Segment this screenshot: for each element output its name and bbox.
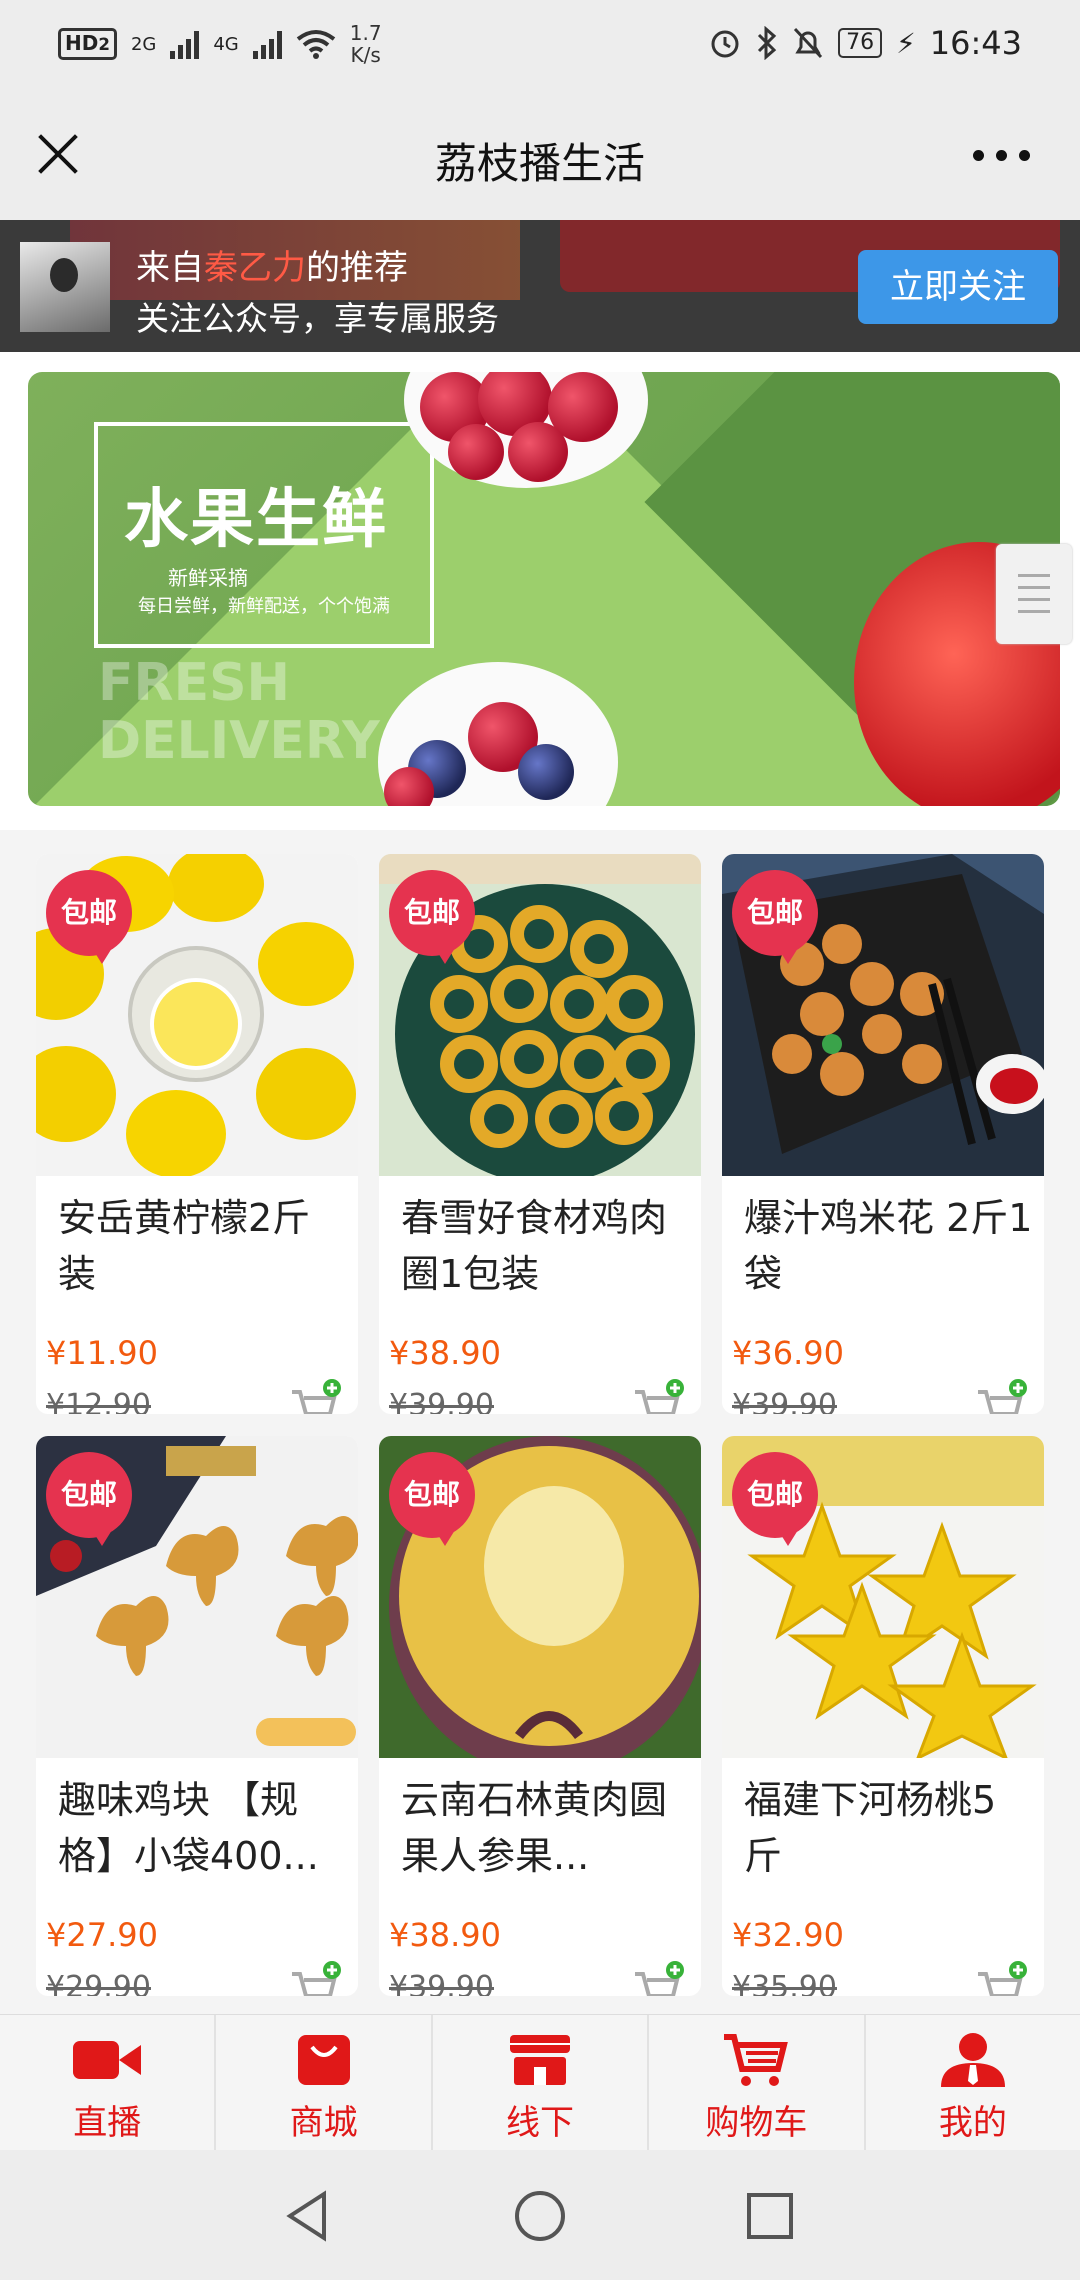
clock: 16:43 (929, 24, 1022, 62)
tab-label: 商城 (289, 2103, 358, 2143)
video-camera-icon (73, 2041, 142, 2079)
free-shipping-tag: 包邮 (46, 1452, 132, 1546)
network-4g-label: 4G (213, 33, 239, 55)
product-name: 安岳黄柠檬2斤装 (58, 1196, 311, 1296)
home-icon[interactable] (510, 2186, 570, 2246)
system-navigation-bar (0, 2150, 1080, 2280)
product-image: 包邮 (36, 1436, 358, 1758)
product-price: ¥27.90 (46, 1916, 158, 1954)
hero-section: 水果生鲜 新鲜采摘 每日尝鲜，新鲜配送，个个饱满 FRESH DELIVERY (0, 352, 1080, 830)
tab-label: 我的 (938, 2103, 1007, 2143)
shopping-bag-icon (297, 2035, 350, 2085)
product-image: 包邮 (722, 1436, 1044, 1758)
title-bar: 荔枝播生活 (0, 92, 1080, 220)
add-to-cart-icon[interactable] (633, 1960, 685, 1996)
follow-banner: 来自秦乙力的推荐 关注公众号，享专属服务 立即关注 (0, 220, 1080, 352)
product-name: 春雪好食材鸡肉圈1包装 (401, 1196, 668, 1296)
hero-title: 水果生鲜 (124, 482, 388, 557)
product-name: 云南石林黄肉圆果人参果... (401, 1778, 668, 1878)
tab-mall[interactable]: 商城 (216, 2015, 433, 2150)
free-shipping-tag: 包邮 (732, 870, 818, 964)
signal-icon (170, 29, 200, 59)
wifi-icon (296, 30, 335, 59)
user-icon (940, 2033, 1005, 2087)
tab-label: 直播 (73, 2103, 142, 2143)
add-to-cart-icon[interactable] (290, 1378, 342, 1414)
charging-icon: ⚡ (896, 26, 916, 60)
raspberry-image (508, 422, 568, 482)
product-original-price: ¥35.90 (732, 1970, 837, 1996)
alarm-icon (711, 30, 739, 58)
bluetooth-icon (758, 26, 777, 60)
product-image: 包邮 (379, 854, 701, 1176)
product-original-price: ¥39.90 (389, 1388, 494, 1414)
mute-bell-icon (794, 27, 823, 59)
tab-mine[interactable]: 我的 (866, 2015, 1080, 2150)
bottom-tab-bar: 直播 商城 线下 购物车 我的 (0, 2014, 1080, 2150)
hero-english: FRESH DELIVERY (98, 653, 380, 771)
status-bar: HD2 2G 4G 1.7 K/s 76 ⚡ 16:43 (0, 0, 1080, 92)
tab-label: 购物车 (705, 2103, 808, 2143)
recommender-name: 秦乙力 (204, 248, 306, 288)
product-original-price: ¥12.90 (46, 1388, 151, 1414)
product-original-price: ¥39.90 (389, 1970, 494, 1996)
add-to-cart-icon[interactable] (290, 1960, 342, 1996)
follow-button[interactable]: 立即关注 (858, 250, 1058, 324)
hero-banner[interactable]: 水果生鲜 新鲜采摘 每日尝鲜，新鲜配送，个个饱满 FRESH DELIVERY (28, 372, 1060, 806)
back-icon[interactable] (278, 2186, 338, 2246)
product-name: 趣味鸡块 【规格】小袋400... (58, 1778, 319, 1878)
scroll-handle[interactable] (996, 544, 1072, 644)
product-original-price: ¥39.90 (732, 1388, 837, 1414)
network-speed: 1.7 K/s (349, 21, 382, 67)
product-price: ¥38.90 (389, 1916, 501, 1954)
product-original-price: ¥29.90 (46, 1970, 151, 1996)
recommender-line: 来自秦乙力的推荐 (136, 248, 408, 288)
hero-tagline: 每日尝鲜，新鲜配送，个个饱满 (138, 596, 390, 617)
add-to-cart-icon[interactable] (633, 1378, 685, 1414)
product-card[interactable]: 包邮 趣味鸡块 【规格】小袋400... ¥27.90 ¥29.90 (36, 1436, 358, 1996)
signal-icon-2 (252, 29, 282, 59)
tab-live[interactable]: 直播 (0, 2015, 217, 2150)
product-image: 包邮 (36, 854, 358, 1176)
product-card[interactable]: 包邮 福建下河杨桃5斤 ¥32.90 ¥35.90 (722, 1436, 1044, 1996)
recent-apps-icon[interactable] (740, 2186, 800, 2246)
product-card[interactable]: 包邮 春雪好食材鸡肉圈1包装 ¥38.90 ¥39.90 (379, 854, 701, 1414)
store-icon (510, 2035, 571, 2085)
product-price: ¥36.90 (732, 1334, 844, 1372)
hero-subtitle: 新鲜采摘 (168, 566, 248, 590)
product-image: 包邮 (722, 854, 1044, 1176)
product-name: 爆汁鸡米花 2斤1袋 (744, 1196, 1033, 1296)
network-2g-label: 2G (130, 33, 157, 55)
product-card[interactable]: 包邮 云南石林黄肉圆果人参果... ¥38.90 ¥39.90 (379, 1436, 701, 1996)
tab-label: 线下 (506, 2103, 575, 2143)
app-screen: HD2 2G 4G 1.7 K/s 76 ⚡ 16:43 荔枝播生活 来自秦乙力的… (0, 0, 1080, 2280)
tab-offline[interactable]: 线下 (433, 2015, 650, 2150)
product-price: ¥38.90 (389, 1334, 501, 1372)
product-card[interactable]: 包邮 爆汁鸡米花 2斤1袋 ¥36.90 ¥39.90 (722, 854, 1044, 1414)
status-right: 76 ⚡ 16:43 (708, 24, 1022, 62)
more-options-icon[interactable] (973, 150, 1030, 161)
free-shipping-tag: 包邮 (389, 870, 475, 964)
blueberry-image (518, 744, 574, 800)
tab-cart[interactable]: 购物车 (649, 2015, 866, 2150)
product-card[interactable]: 包邮 安岳黄柠檬2斤装 ¥11.90 ¥12.90 (36, 854, 358, 1414)
free-shipping-tag: 包邮 (46, 870, 132, 964)
free-shipping-tag: 包邮 (389, 1452, 475, 1546)
product-price: ¥11.90 (46, 1334, 158, 1372)
raspberry-image (448, 424, 504, 480)
add-to-cart-icon[interactable] (976, 1378, 1028, 1414)
free-shipping-tag: 包邮 (732, 1452, 818, 1546)
add-to-cart-icon[interactable] (976, 1960, 1028, 1996)
avatar (20, 242, 110, 332)
product-name: 福建下河杨桃5斤 (744, 1778, 997, 1878)
hd-indicator: HD2 (58, 28, 117, 60)
follow-subtitle: 关注公众号，享专属服务 (136, 299, 499, 338)
page-title: 荔枝播生活 (434, 139, 645, 188)
cart-icon (724, 2034, 789, 2086)
status-left: HD2 2G 4G 1.7 K/s (58, 22, 382, 66)
product-grid: 包邮 安岳黄柠檬2斤装 ¥11.90 ¥12.90 包邮 春雪好食材鸡肉圈1包装… (0, 830, 1080, 2014)
battery-level: 76 (838, 28, 883, 58)
product-image: 包邮 (379, 1436, 701, 1758)
product-price: ¥32.90 (732, 1916, 844, 1954)
